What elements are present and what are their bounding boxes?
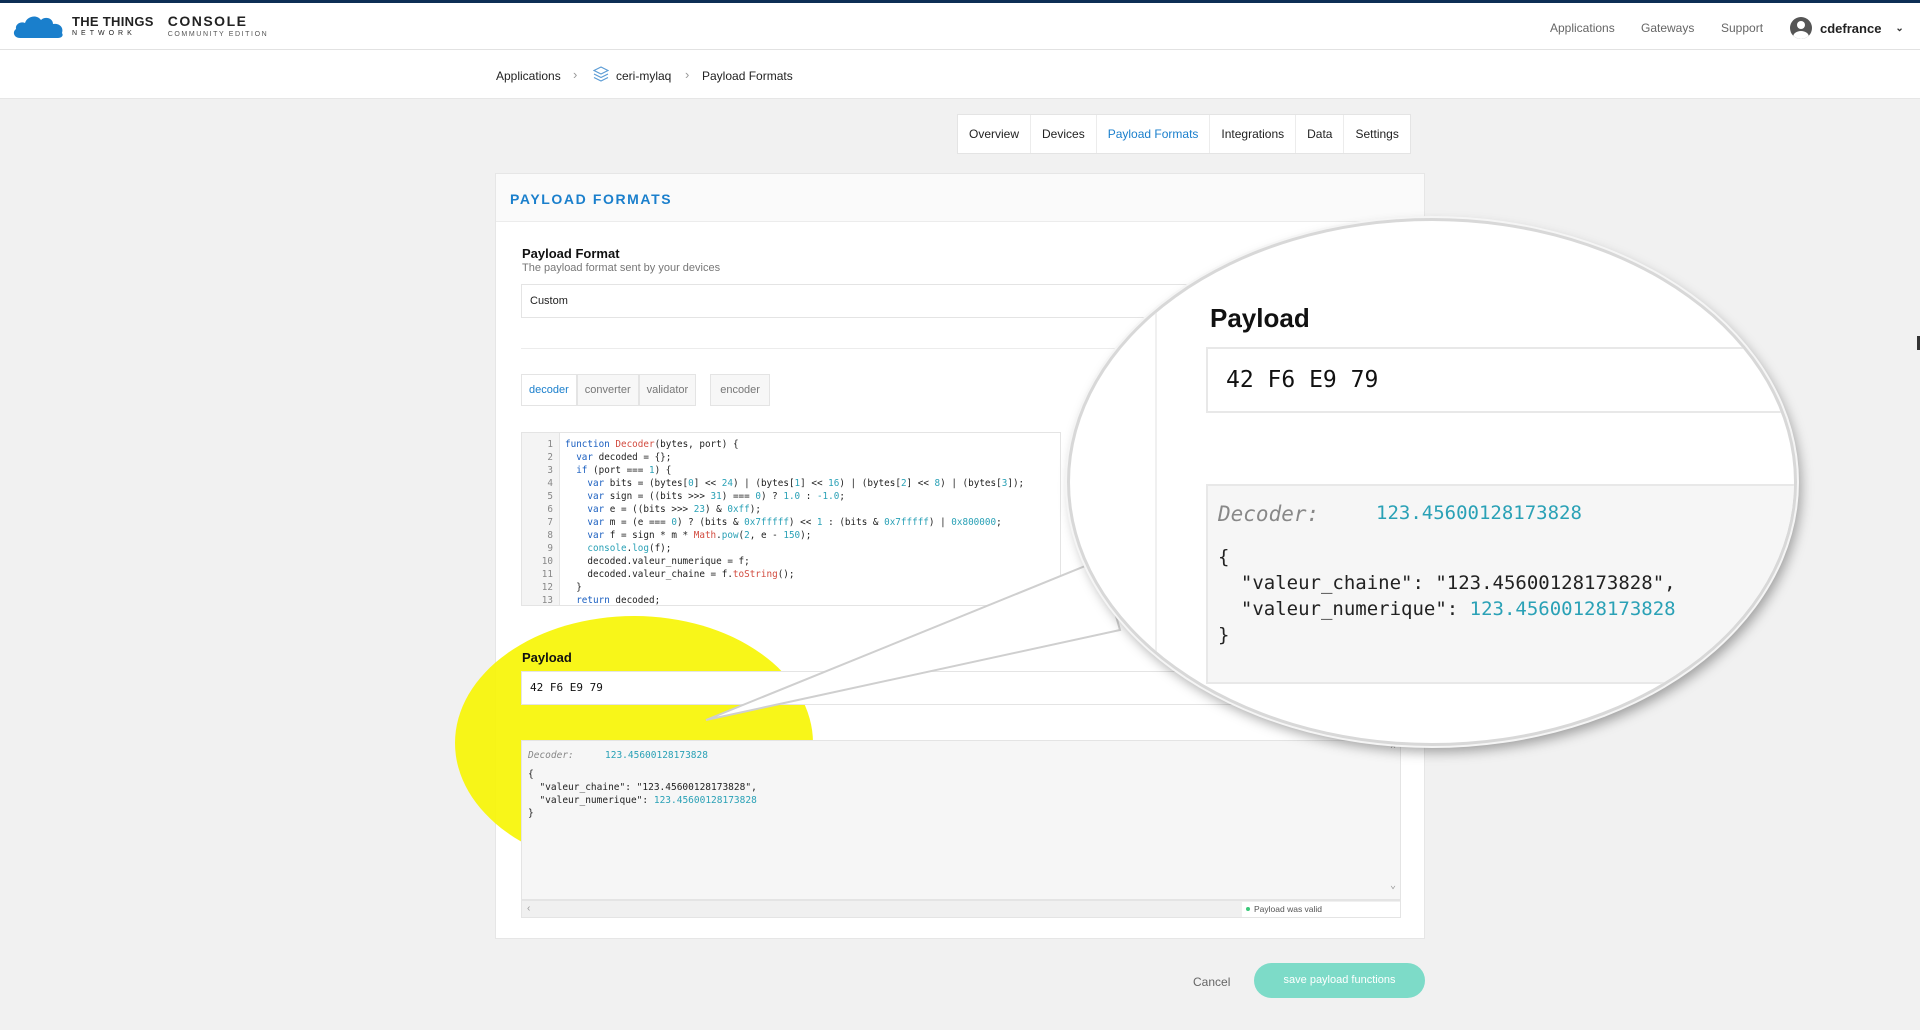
decoder-button[interactable]: decoder <box>521 374 577 406</box>
console-edition: COMMUNITY EDITION <box>167 31 269 38</box>
status-badge: Payload was valid <box>1242 902 1400 917</box>
magnified-decoder-label: Decoder: <box>1218 502 1320 526</box>
horizontal-scrollbar[interactable]: ‹ Payload was valid <box>521 900 1401 918</box>
cancel-button[interactable]: Cancel <box>1193 975 1230 989</box>
avatar-icon <box>1790 17 1812 39</box>
tab-devices[interactable]: Devices <box>1031 115 1097 153</box>
nav-support[interactable]: Support <box>1721 21 1763 35</box>
magnified-payload-input: 42 F6 E9 79 <box>1206 347 1794 413</box>
callout-pointer <box>705 558 1122 721</box>
magnified-decoder-result: Decoder: 123.45600128173828 { "valeur_ch… <box>1206 484 1794 684</box>
status-text: Payload was valid <box>1254 904 1323 914</box>
cloud-logo-icon <box>13 16 63 38</box>
chevron-right-icon: › <box>573 67 578 82</box>
json-valeur-numerique: 123.45600128173828 <box>653 795 757 806</box>
save-payload-functions-button[interactable]: save payload functions <box>1254 963 1425 998</box>
status-dot-icon <box>1246 907 1250 911</box>
decoder-result-label: Decoder: <box>528 750 574 761</box>
magnified-decoder-json: { "valeur_chaine": "123.45600128173828",… <box>1218 546 1676 646</box>
chevron-down-icon: ⌄ <box>1895 22 1904 34</box>
application-icon <box>593 66 609 82</box>
payload-label: Payload <box>522 650 572 665</box>
ttn-logo[interactable]: THE THINGS NETWORK CONSOLE COMMUNITY EDI… <box>12 12 268 40</box>
converter-button[interactable]: converter <box>576 374 639 406</box>
mag-json-valeur-chaine: 123.45600128173828 <box>1446 572 1653 594</box>
console-title: CONSOLE <box>167 13 248 29</box>
scroll-down-icon[interactable]: ⌄ <box>1390 879 1396 892</box>
tab-integrations[interactable]: Integrations <box>1210 115 1297 153</box>
panel-title: PAYLOAD FORMATS <box>510 191 673 207</box>
payload-format-description: The payload format sent by your devices <box>522 262 721 274</box>
decoder-result-json: { "valeur_chaine": "123.45600128173828",… <box>528 769 757 819</box>
application-tabs: Overview Devices Payload Formats Integra… <box>957 114 1411 154</box>
scroll-up-icon[interactable]: ⌃ <box>1390 743 1396 756</box>
line-numbers: 1 2 3 4 5 6 7 8 9 10 11 12 13 <box>522 433 560 605</box>
decoder-result-output: Decoder: 123.45600128173828 { "valeur_ch… <box>521 740 1401 900</box>
tab-payload-formats[interactable]: Payload Formats <box>1097 115 1211 153</box>
logo-title: THE THINGS <box>72 14 154 29</box>
breadcrumb: Applications › ceri-mylaq › Payload Form… <box>0 50 1920 99</box>
magnified-view: Payload 42 F6 E9 79 Decoder: 123.4560012… <box>1067 218 1797 746</box>
tab-overview[interactable]: Overview <box>958 115 1032 153</box>
magnified-payload-label: Payload <box>1210 303 1310 333</box>
user-menu[interactable]: cdefrance ⌄ <box>1790 17 1904 39</box>
top-bar: THE THINGS NETWORK CONSOLE COMMUNITY EDI… <box>0 0 1920 50</box>
mag-json-valeur-numerique: 123.45600128173828 <box>1469 598 1676 620</box>
breadcrumb-applications[interactable]: Applications <box>496 69 561 83</box>
breadcrumb-current: Payload Formats <box>702 69 793 83</box>
tab-data[interactable]: Data <box>1296 115 1345 153</box>
chevron-right-icon: › <box>685 67 690 82</box>
nav-applications[interactable]: Applications <box>1550 21 1615 35</box>
payload-format-label: Payload Format <box>522 246 620 261</box>
logo-subtitle: NETWORK <box>72 30 136 37</box>
nav-gateways[interactable]: Gateways <box>1641 21 1694 35</box>
validator-button[interactable]: validator <box>638 374 697 406</box>
json-valeur-chaine: 123.45600128173828 <box>642 782 746 793</box>
scroll-left-icon[interactable]: ‹ <box>527 903 530 914</box>
breadcrumb-application[interactable]: ceri-mylaq <box>616 69 671 83</box>
magnified-decoder-value: 123.45600128173828 <box>1376 502 1582 524</box>
username: cdefrance <box>1820 20 1882 36</box>
encoder-button[interactable]: encoder <box>710 374 770 406</box>
tab-settings[interactable]: Settings <box>1344 115 1409 153</box>
decoder-result-value: 123.45600128173828 <box>605 750 708 761</box>
function-buttons: decoder converter validator encoder <box>521 374 770 406</box>
